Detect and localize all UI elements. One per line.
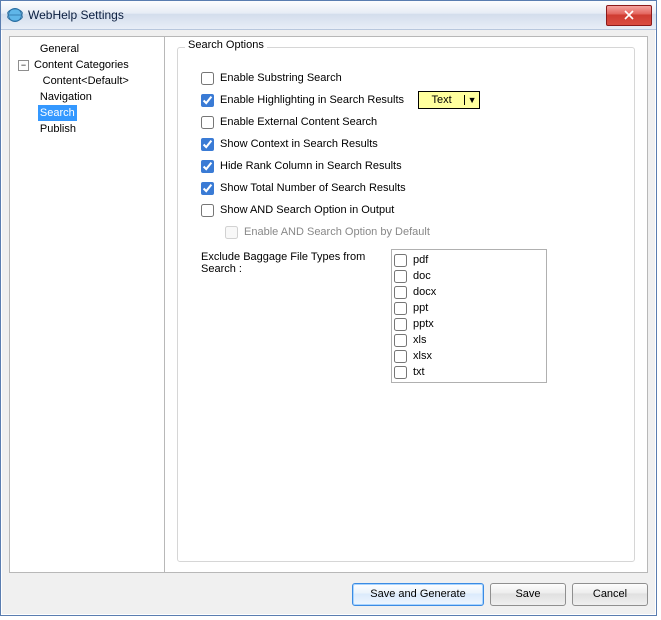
checkbox-external[interactable] [201, 116, 214, 129]
label-external: Enable External Content Search [220, 116, 377, 128]
checkbox-substring[interactable] [201, 72, 214, 85]
checkbox-hiderank[interactable] [201, 160, 214, 173]
filetype-xls: xls [413, 334, 426, 346]
filetype-xlsx: xlsx [413, 350, 432, 362]
checkbox-filetype-docx[interactable] [394, 286, 407, 299]
tree-item-general[interactable]: General [14, 41, 164, 57]
save-button[interactable]: Save [490, 583, 566, 606]
checkbox-filetype-ppt[interactable] [394, 302, 407, 315]
chevron-down-icon: ▼ [464, 95, 479, 105]
label-and-output: Show AND Search Option in Output [220, 204, 394, 216]
cancel-button[interactable]: Cancel [572, 583, 648, 606]
dialog-footer: Save and Generate Save Cancel [9, 581, 648, 607]
tree-item-navigation[interactable]: Navigation [14, 89, 164, 105]
exclude-listbox[interactable]: pdf doc docx ppt pptx xls xlsx txt [391, 249, 547, 383]
checkbox-filetype-pptx[interactable] [394, 318, 407, 331]
checkbox-total[interactable] [201, 182, 214, 195]
checkbox-filetype-xlsx[interactable] [394, 350, 407, 363]
tree-item-content-categories[interactable]: −Content Categories [14, 57, 164, 73]
checkbox-filetype-txt[interactable] [394, 366, 407, 379]
checkbox-filetype-pdf[interactable] [394, 254, 407, 267]
label-highlight: Enable Highlighting in Search Results [220, 94, 404, 106]
dialog-window: WebHelp Settings General −Content Catego… [0, 0, 657, 616]
checkbox-and-default [225, 226, 238, 239]
label-substring: Enable Substring Search [220, 72, 342, 84]
checkbox-filetype-xls[interactable] [394, 334, 407, 347]
highlight-dropdown[interactable]: Text▼ [418, 91, 480, 109]
label-context: Show Context in Search Results [220, 138, 378, 150]
tree-item-content-default[interactable]: Content<Default> [14, 73, 164, 89]
filetype-pptx: pptx [413, 318, 434, 330]
save-and-generate-button[interactable]: Save and Generate [352, 583, 484, 606]
close-button[interactable] [606, 5, 652, 26]
filetype-docx: docx [413, 286, 436, 298]
close-icon [624, 10, 634, 20]
nav-tree[interactable]: General −Content Categories Content<Defa… [9, 36, 165, 573]
checkbox-context[interactable] [201, 138, 214, 151]
label-hiderank: Hide Rank Column in Search Results [220, 160, 402, 172]
highlight-value: Text [419, 94, 464, 106]
checkbox-filetype-doc[interactable] [394, 270, 407, 283]
tree-item-search[interactable]: Search [14, 105, 164, 121]
exclude-label: Exclude Baggage File Types from Search : [201, 249, 391, 275]
filetype-ppt: ppt [413, 302, 428, 314]
label-total: Show Total Number of Search Results [220, 182, 406, 194]
checkbox-and-output[interactable] [201, 204, 214, 217]
client-area: General −Content Categories Content<Defa… [1, 29, 656, 615]
window-title: WebHelp Settings [28, 8, 606, 22]
settings-pane: Search Options Enable Substring Search E… [165, 36, 648, 573]
titlebar[interactable]: WebHelp Settings [1, 1, 656, 30]
checkbox-highlight[interactable] [201, 94, 214, 107]
app-icon [7, 7, 23, 23]
groupbox-legend: Search Options [185, 39, 267, 51]
filetype-txt: txt [413, 366, 425, 378]
filetype-pdf: pdf [413, 254, 428, 266]
label-and-default: Enable AND Search Option by Default [244, 226, 430, 238]
tree-item-publish[interactable]: Publish [14, 121, 164, 137]
filetype-doc: doc [413, 270, 431, 282]
tree-collapse-icon[interactable]: − [18, 60, 29, 71]
